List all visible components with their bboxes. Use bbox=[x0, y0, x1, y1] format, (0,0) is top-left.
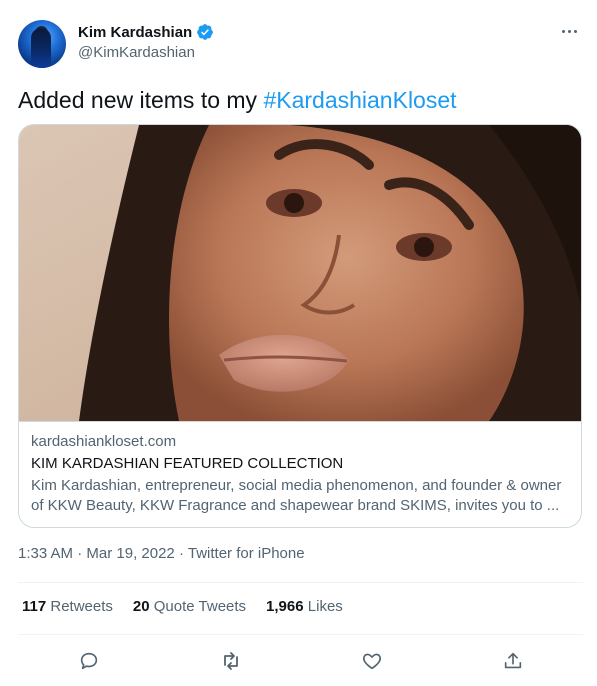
heart-icon bbox=[362, 653, 382, 670]
verified-badge-icon bbox=[197, 24, 214, 40]
meta-separator: · bbox=[77, 545, 83, 562]
retweet-icon bbox=[224, 652, 238, 670]
card-photo bbox=[19, 125, 581, 421]
retweets-count: 117 bbox=[22, 598, 47, 615]
more-dot bbox=[573, 29, 577, 33]
card-description: Kim Kardashian, entrepreneur, social med… bbox=[31, 476, 569, 516]
retweet-button[interactable] bbox=[216, 646, 246, 676]
quote-tweets-label: Quote Tweets bbox=[153, 598, 247, 615]
tweet-date[interactable]: Mar 19, 2022 bbox=[86, 545, 174, 562]
like-button[interactable] bbox=[357, 646, 387, 676]
avatar[interactable] bbox=[18, 20, 66, 68]
quote-tweets-stat[interactable]: 20 Quote Tweets bbox=[133, 598, 246, 615]
more-icon[interactable] bbox=[559, 26, 579, 36]
card-title: KIM KARDASHIAN FEATURED COLLECTION bbox=[31, 455, 344, 472]
handle[interactable]: @KimKardashian bbox=[78, 44, 214, 61]
likes-count: 1,966 bbox=[266, 598, 304, 615]
card-description-line: of KKW Beauty, KKW Fragrance and shapewe… bbox=[31, 497, 560, 514]
hashtag-link[interactable]: #KardashianKloset bbox=[263, 87, 456, 113]
action-bar bbox=[0, 646, 597, 676]
card-domain: kardashiankloset.com bbox=[31, 433, 177, 450]
share-button[interactable] bbox=[498, 646, 528, 676]
display-name[interactable]: Kim Kardashian bbox=[78, 24, 192, 41]
tweet-text-prefix: Added new items to my bbox=[18, 87, 264, 113]
reply-icon bbox=[80, 652, 98, 670]
link-card[interactable]: kardashiankloset.com KIM KARDASHIAN FEAT… bbox=[18, 124, 582, 528]
retweets-label: Retweets bbox=[50, 598, 113, 615]
tweet-text: Added new items to my #KardashianKloset bbox=[18, 86, 457, 114]
tweet-stats: 117 Retweets 20 Quote Tweets 1,966 Likes bbox=[22, 598, 343, 615]
reply-button[interactable] bbox=[74, 646, 104, 676]
retweets-stat[interactable]: 117 Retweets bbox=[22, 598, 113, 615]
likes-label: Likes bbox=[307, 598, 343, 615]
tweet-meta: 1:33 AM · Mar 19, 2022 · Twitter for iPh… bbox=[18, 545, 305, 562]
more-dot bbox=[567, 29, 571, 33]
likes-stat[interactable]: 1,966 Likes bbox=[266, 598, 343, 615]
tweet-source[interactable]: Twitter for iPhone bbox=[188, 545, 305, 562]
tweet-time[interactable]: 1:33 AM bbox=[18, 545, 73, 562]
card-image[interactable] bbox=[19, 125, 581, 421]
quote-tweets-count: 20 bbox=[132, 598, 150, 615]
share-icon bbox=[504, 652, 522, 669]
avatar-figure bbox=[31, 28, 51, 68]
divider bbox=[18, 582, 583, 583]
meta-separator: · bbox=[178, 545, 184, 562]
card-body: kardashiankloset.com KIM KARDASHIAN FEAT… bbox=[19, 421, 581, 516]
more-dot bbox=[561, 29, 565, 33]
tweet: Kim Kardashian @KimKardashian Added new … bbox=[0, 0, 597, 686]
name-row: Kim Kardashian bbox=[78, 22, 214, 42]
card-description-line: Kim Kardashian, entrepreneur, social med… bbox=[31, 477, 562, 494]
author-block: Kim Kardashian @KimKardashian bbox=[78, 22, 214, 61]
divider bbox=[18, 634, 583, 635]
